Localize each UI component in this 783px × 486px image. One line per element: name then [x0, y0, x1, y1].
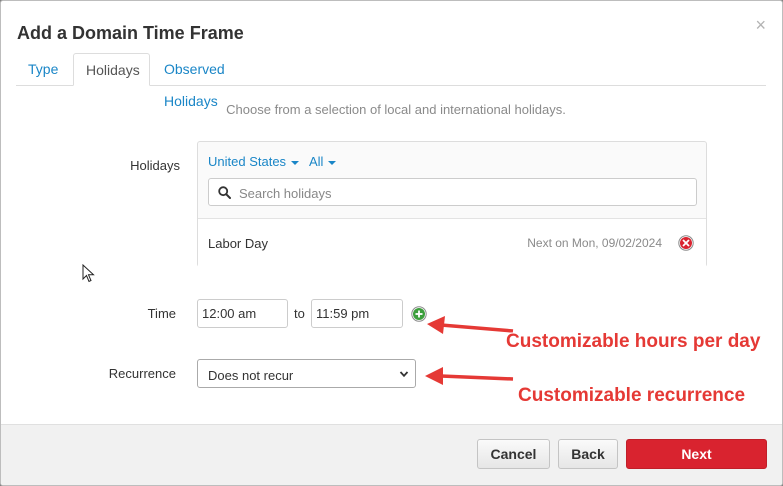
search-box: [208, 178, 697, 206]
next-button[interactable]: Next: [626, 439, 767, 469]
country-value: United States: [208, 154, 287, 169]
annotation-recurrence: Customizable recurrence: [518, 385, 746, 406]
close-icon[interactable]: ×: [755, 16, 766, 34]
holiday-name: Labor Day: [208, 236, 268, 251]
start-time-input[interactable]: [197, 299, 288, 328]
holidays-hint: Choose from a selection of local and int…: [226, 102, 566, 117]
end-time-input[interactable]: [311, 299, 403, 328]
caret-down-icon: [328, 160, 337, 165]
arrow-hours: [440, 323, 514, 333]
tab-type[interactable]: Type: [16, 53, 73, 85]
annotation-hours: Customizable hours per day: [506, 331, 761, 352]
back-button[interactable]: Back: [558, 439, 618, 469]
remove-icon[interactable]: [678, 235, 694, 251]
dialog: Add a Domain Time Frame × Type Holidays …: [0, 0, 783, 486]
search-input[interactable]: [237, 182, 681, 204]
recurrence-select[interactable]: Does not recur: [197, 359, 416, 388]
cancel-button[interactable]: Cancel: [477, 439, 550, 469]
list-item: Labor Day Next on Mon, 09/02/2024: [198, 218, 706, 267]
holidays-panel: United States All Labor Day Next on Mon,…: [197, 141, 707, 267]
holiday-next-date: Next on Mon, 09/02/2024: [527, 236, 662, 250]
filter-dropdown[interactable]: All: [309, 154, 337, 169]
filter-value: All: [309, 154, 324, 169]
arrow-head-recurrence: [425, 367, 443, 385]
chevron-down-icon: [399, 371, 409, 378]
country-dropdown[interactable]: United States: [208, 154, 300, 169]
dialog-footer: Cancel Back Next: [1, 424, 782, 485]
time-label: Time: [147, 306, 176, 321]
mouse-cursor-icon: [82, 264, 95, 283]
tab-bar: Type Holidays Observed Holidays: [16, 53, 766, 109]
tab-holidays[interactable]: Holidays: [73, 53, 150, 86]
tab-observed-holidays[interactable]: Observed Holidays: [152, 53, 286, 109]
arrow-head-hours: [427, 316, 445, 334]
holidays-label: Holidays: [130, 158, 180, 173]
dialog-title: Add a Domain Time Frame: [17, 23, 244, 43]
time-separator: to: [294, 306, 305, 321]
caret-down-icon: [291, 160, 300, 165]
arrow-recurrence: [440, 374, 514, 381]
search-icon: [218, 186, 231, 199]
add-time-icon[interactable]: [411, 306, 427, 322]
recurrence-label: Recurrence: [108, 366, 176, 381]
recurrence-value: Does not recur: [208, 368, 294, 383]
